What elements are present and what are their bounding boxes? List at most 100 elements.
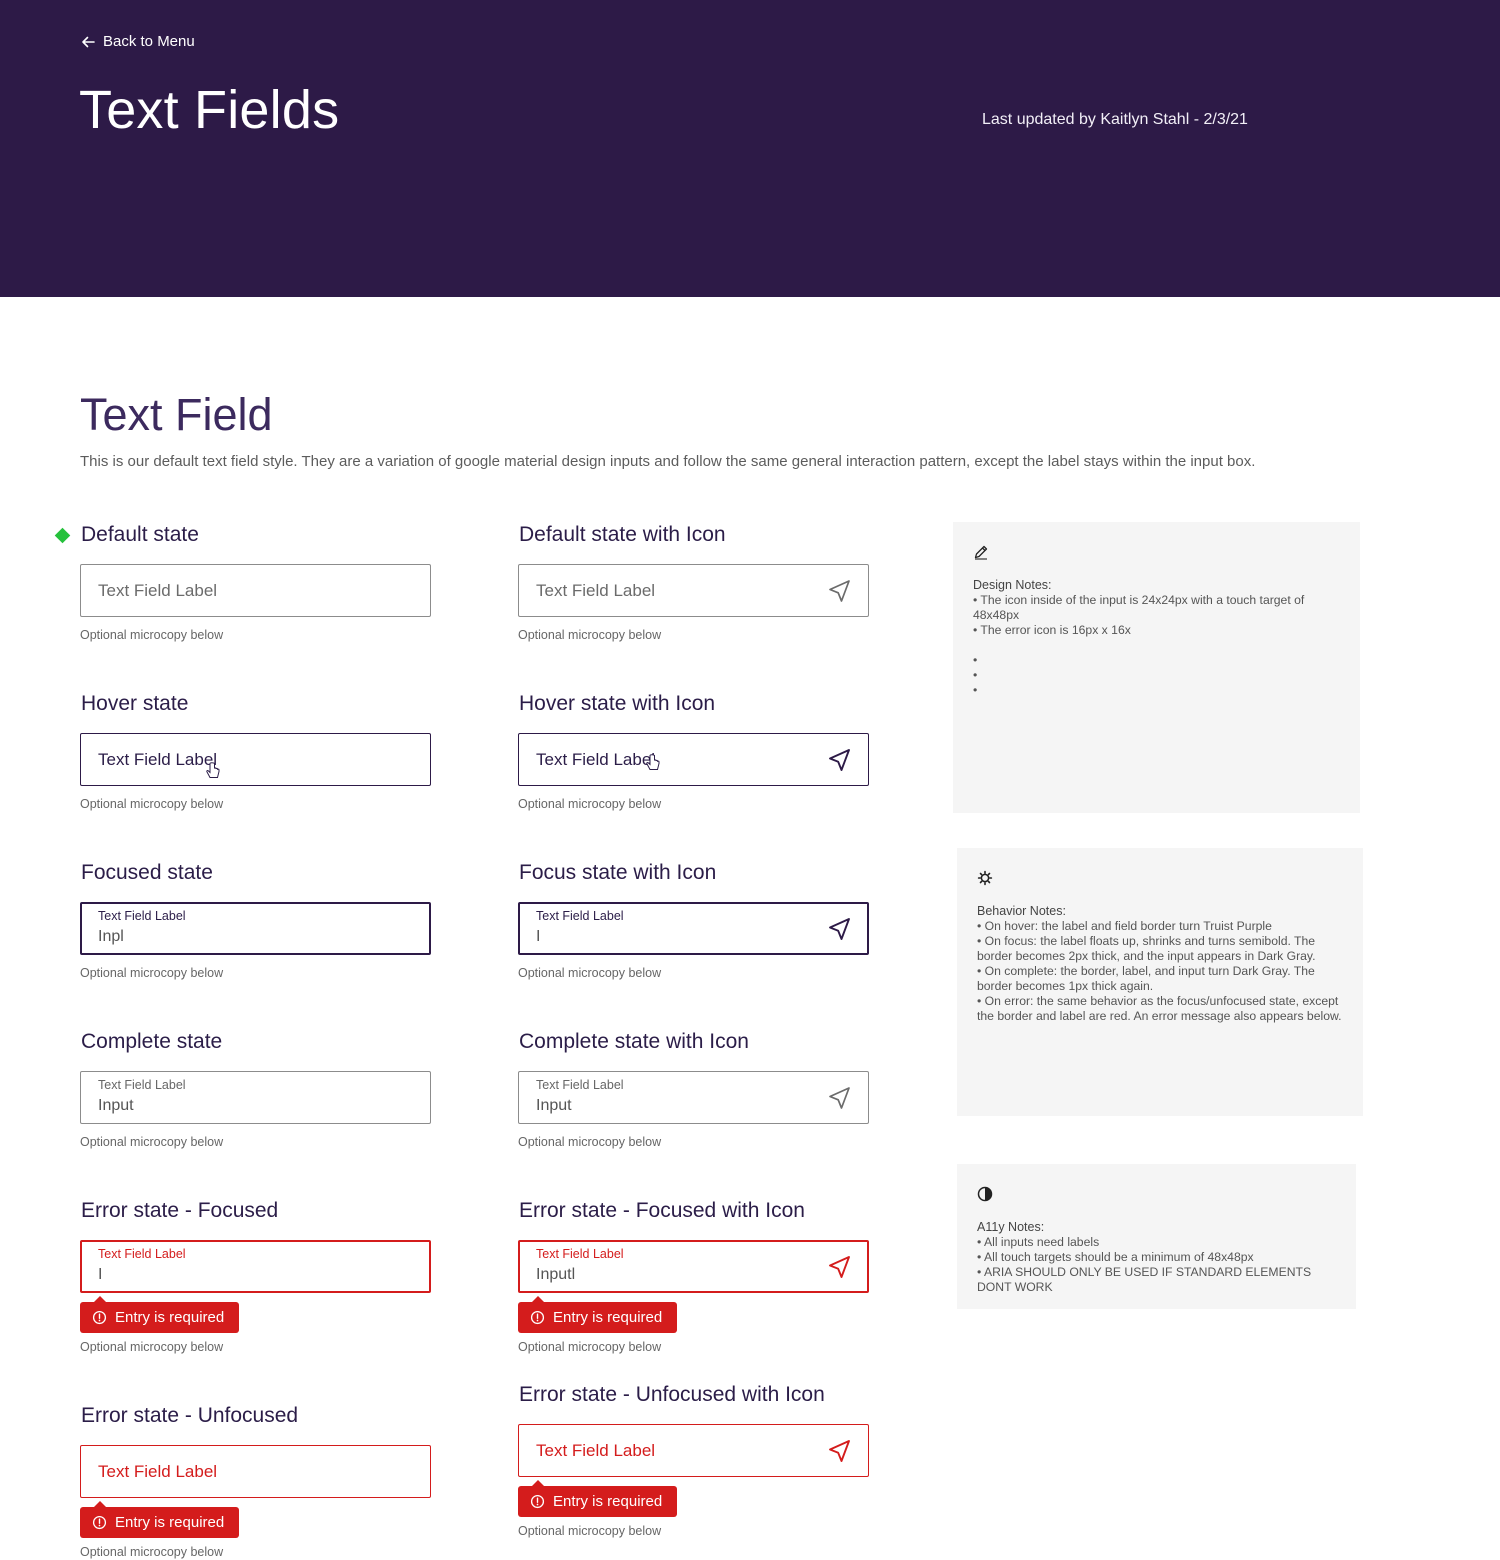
hover-text-field[interactable]: Text Field Label — [80, 733, 431, 786]
floating-label: Text Field Label — [536, 909, 624, 923]
error-message-text: Entry is required — [553, 1493, 663, 1510]
error-unfocused-text-field[interactable]: Text Field Label — [80, 1445, 431, 1498]
send-icon[interactable] — [826, 1437, 854, 1465]
field-value: Inputl — [536, 1266, 576, 1283]
default-text-field[interactable]: Text Field Label — [80, 564, 431, 617]
a11y-notes-heading: A11y Notes: — [977, 1220, 1045, 1234]
complete-icon-state-title: Complete state with Icon — [519, 1030, 749, 1053]
design-notes-heading: Design Notes: — [973, 578, 1052, 592]
design-note-item: • The error icon is 16px x 16x — [973, 623, 1131, 637]
microcopy: Optional microcopy below — [80, 628, 224, 642]
default-text-field-with-icon[interactable]: Text Field Label — [518, 564, 869, 617]
default-state-title: Default state — [81, 523, 199, 546]
error-unfocused-text-field-with-icon[interactable]: Text Field Label — [518, 1424, 869, 1477]
error-message: Entry is required — [80, 1296, 240, 1333]
back-link-label[interactable]: Back to Menu — [103, 33, 195, 50]
a11y-note-item: • All touch targets should be a minimum … — [977, 1250, 1254, 1264]
default-icon-state-title: Default state with Icon — [519, 523, 726, 546]
error-unfocused-state-title: Error state - Unfocused — [81, 1404, 299, 1427]
field-value: I — [98, 1266, 103, 1283]
floating-label: Text Field Label — [536, 1247, 624, 1261]
field-value: Input — [536, 1097, 572, 1114]
microcopy: Optional microcopy below — [80, 797, 224, 811]
back-to-menu-link[interactable]: Back to Menu — [80, 33, 195, 50]
error-message-text: Entry is required — [115, 1309, 225, 1326]
error-unfocused-icon-state-title: Error state - Unfocused with Icon — [519, 1383, 825, 1406]
hand-cursor-icon — [646, 754, 660, 770]
arrow-left-icon — [82, 36, 95, 47]
design-note-item: • — [973, 653, 978, 667]
error-message: Entry is required — [518, 1296, 678, 1333]
field-label: Text Field Label — [536, 750, 656, 769]
send-icon[interactable] — [826, 577, 854, 605]
selection-marker-icon — [54, 527, 71, 544]
field-value: I — [536, 928, 541, 945]
design-note-item: • The icon inside of the input is 24x24p… — [973, 593, 1305, 622]
last-updated-text: Last updated by Kaitlyn Stahl - 2/3/21 — [982, 111, 1248, 128]
behavior-notes-panel: Behavior Notes: • On hover: the label an… — [957, 848, 1363, 1116]
microcopy: Optional microcopy below — [518, 797, 662, 811]
send-icon[interactable] — [826, 1253, 854, 1281]
send-icon[interactable] — [826, 746, 854, 774]
design-notes-panel: Design Notes: • The icon inside of the i… — [953, 522, 1360, 813]
contrast-icon — [977, 1186, 993, 1202]
behavior-notes-heading: Behavior Notes: — [977, 904, 1066, 918]
a11y-notes-list: • All inputs need labels • All touch tar… — [977, 1235, 1336, 1295]
design-note-item — [973, 638, 1340, 653]
microcopy: Optional microcopy below — [518, 628, 662, 642]
error-alert-icon — [530, 1310, 545, 1325]
design-note-item: • — [973, 683, 978, 697]
focused-state-title: Focused state — [81, 861, 213, 884]
error-focused-state-title: Error state - Focused — [81, 1199, 279, 1222]
behavior-note-item: • On complete: the border, label, and in… — [977, 964, 1315, 993]
pencil-icon — [974, 545, 988, 560]
send-icon[interactable] — [826, 1084, 854, 1112]
complete-state-title: Complete state — [81, 1030, 223, 1053]
microcopy: Optional microcopy below — [80, 1545, 224, 1559]
microcopy: Optional microcopy below — [518, 966, 662, 980]
field-label: Text Field Label — [98, 1462, 218, 1481]
complete-text-field[interactable]: Text Field Label Input — [80, 1071, 431, 1124]
error-message: Entry is required — [518, 1480, 678, 1517]
error-message-text: Entry is required — [553, 1309, 663, 1326]
floating-label: Text Field Label — [536, 1078, 624, 1092]
error-focused-icon-state-title: Error state - Focused with Icon — [519, 1199, 805, 1222]
behavior-note-item: • On error: the same behavior as the foc… — [977, 994, 1342, 1023]
gear-icon — [977, 870, 993, 886]
complete-text-field-with-icon[interactable]: Text Field Label Input — [518, 1071, 869, 1124]
field-label: Text Field Label — [98, 581, 218, 600]
microcopy: Optional microcopy below — [518, 1524, 662, 1538]
behavior-note-item: • On focus: the label floats up, shrinks… — [977, 934, 1316, 963]
send-icon[interactable] — [826, 915, 854, 943]
section-title: Text Field — [80, 389, 273, 440]
focused-text-field-with-icon[interactable]: Text Field Label I — [518, 902, 869, 955]
microcopy: Optional microcopy below — [80, 1135, 224, 1149]
field-label: Text Field Label — [98, 750, 218, 769]
error-message-text: Entry is required — [115, 1514, 225, 1531]
microcopy: Optional microcopy below — [80, 966, 224, 980]
section-description: This is our default text field style. Th… — [80, 453, 1256, 470]
focused-icon-state-title: Focus state with Icon — [519, 861, 717, 884]
focused-text-field[interactable]: Text Field Label Inpl — [80, 902, 431, 955]
a11y-note-item: • All inputs need labels — [977, 1235, 1100, 1249]
page-header: Back to Menu Text Fields Last updated by… — [0, 0, 1500, 297]
behavior-note-item: • On hover: the label and field border t… — [977, 919, 1272, 933]
design-notes-list: • The icon inside of the input is 24x24p… — [973, 593, 1340, 698]
hover-state-title: Hover state — [81, 692, 189, 715]
error-focused-text-field-with-icon[interactable]: Text Field Label Inputl — [518, 1240, 869, 1293]
hover-text-field-with-icon[interactable]: Text Field Label — [518, 733, 869, 786]
microcopy: Optional microcopy below — [518, 1340, 662, 1354]
error-focused-text-field[interactable]: Text Field Label I — [80, 1240, 431, 1293]
a11y-note-item: • ARIA SHOULD ONLY BE USED IF STANDARD E… — [977, 1265, 1312, 1294]
error-alert-icon — [92, 1515, 107, 1530]
error-alert-icon — [530, 1494, 545, 1509]
field-label: Text Field Label — [536, 581, 656, 600]
behavior-notes-list: • On hover: the label and field border t… — [977, 919, 1343, 1024]
field-label: Text Field Label — [536, 1441, 656, 1460]
floating-label: Text Field Label — [98, 1078, 186, 1092]
floating-label: Text Field Label — [98, 1247, 186, 1261]
design-note-item: • — [973, 668, 978, 682]
floating-label: Text Field Label — [98, 909, 186, 923]
error-message: Entry is required — [80, 1501, 240, 1538]
field-value: Inpl — [98, 928, 124, 945]
